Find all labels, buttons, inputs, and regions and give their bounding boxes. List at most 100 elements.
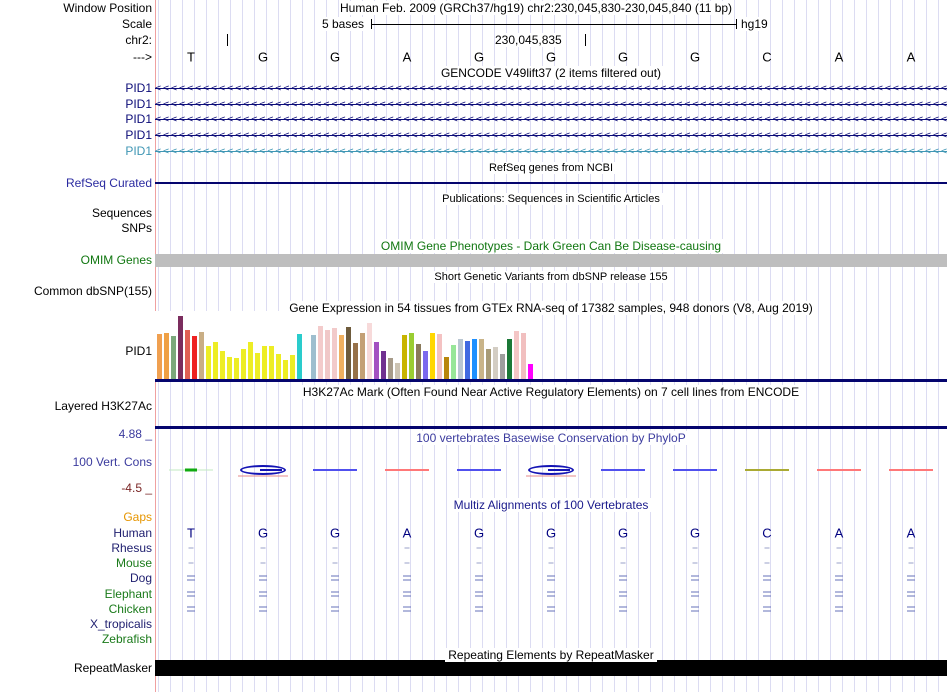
conservation-track-title[interactable]: 100 vertebrates Basewise Conservation by…	[155, 431, 947, 445]
multiz-species-label-zebrafish[interactable]: Zebrafish	[0, 632, 153, 646]
common-dbsnp-label[interactable]: Common dbSNP(155)	[0, 284, 153, 298]
gtex-tissue-bar	[241, 349, 246, 379]
gtex-tissue-bar	[178, 316, 183, 379]
gtex-tissue-bar	[185, 330, 190, 379]
sequence-base: G	[473, 49, 485, 65]
multiz-species-label-rhesus[interactable]: Rhesus	[0, 541, 153, 555]
gencode-gene-line[interactable]: <<<<<<<<<<<<<<<<<<<<<<<<<<<<<<<<<<<<<<<<…	[155, 146, 947, 157]
omim-track-title[interactable]: OMIM Gene Phenotypes - Dark Green Can Be…	[155, 239, 947, 253]
multiz-align-dash	[548, 562, 554, 564]
gencode-gene-label[interactable]: PID1	[0, 81, 153, 95]
gencode-gene-line[interactable]: <<<<<<<<<<<<<<<<<<<<<<<<<<<<<<<<<<<<<<<<…	[155, 83, 947, 94]
layered-h3k27ac-label[interactable]: Layered H3K27Ac	[0, 399, 153, 413]
multiz-align-double-dash	[187, 591, 195, 593]
gtex-track-title[interactable]: Gene Expression in 54 tissues from GTEx …	[155, 301, 947, 315]
multiz-species-label-x_tropicalis[interactable]: X_tropicalis	[0, 617, 153, 631]
h3k27ac-dense-bar[interactable]	[155, 426, 947, 429]
gencode-track-title[interactable]: GENCODE V49lift37 (2 items filtered out)	[155, 66, 947, 80]
multiz-align-dash	[548, 547, 554, 549]
scale-value: 5 bases	[322, 17, 365, 31]
gtex-tissue-bar	[374, 342, 379, 379]
multiz-align-double-dash	[475, 606, 483, 608]
multiz-human-base: T	[187, 525, 195, 541]
multiz-align-dash	[836, 547, 842, 549]
gtex-tissue-bar	[269, 346, 274, 379]
multiz-species-label-mouse[interactable]: Mouse	[0, 556, 153, 570]
gtex-tissue-bar	[248, 342, 253, 379]
gtex-tissue-bar	[514, 331, 519, 379]
gencode-gene-label[interactable]: PID1	[0, 97, 153, 111]
refseq-track-title[interactable]: RefSeq genes from NCBI	[155, 162, 947, 174]
gtex-tissue-bar	[416, 344, 421, 379]
refseq-gene-line[interactable]	[155, 182, 947, 184]
gtex-tissue-bar	[297, 334, 302, 379]
omim-genes-label[interactable]: OMIM Genes	[0, 253, 153, 267]
conservation-ellipse-mid	[260, 469, 282, 471]
multiz-align-double-dash	[331, 591, 339, 593]
dbsnp-track-title[interactable]: Short Genetic Variants from dbSNP releas…	[155, 271, 947, 283]
conservation-label[interactable]: 100 Vert. Cons	[0, 455, 153, 469]
sequence-base: G	[257, 49, 269, 65]
repeatmasker-label[interactable]: RepeatMasker	[0, 661, 153, 675]
gtex-tissue-bar	[360, 333, 365, 379]
sequences-label[interactable]: Sequences	[0, 206, 153, 220]
multiz-species-label-elephant[interactable]: Elephant	[0, 587, 153, 601]
snps-label[interactable]: SNPs	[0, 221, 153, 235]
refseq-curated-label[interactable]: RefSeq Curated	[0, 176, 153, 190]
sequence-base: A	[834, 49, 844, 65]
conservation-dash	[385, 469, 429, 471]
multiz-align-double-dash	[475, 579, 483, 581]
gencode-gene-label[interactable]: PID1	[0, 128, 153, 142]
sequence-base: A	[402, 49, 412, 65]
gtex-gene-label[interactable]: PID1	[0, 344, 153, 358]
multiz-align-double-dash	[475, 595, 483, 597]
gtex-tissue-bar	[423, 351, 428, 379]
multiz-align-double-dash	[907, 610, 915, 612]
multiz-track-title[interactable]: Multiz Alignments of 100 Vertebrates	[155, 498, 947, 512]
multiz-species-label-dog[interactable]: Dog	[0, 571, 153, 585]
multiz-align-dash	[620, 547, 626, 549]
multiz-align-double-dash	[403, 610, 411, 612]
h3k27ac-track-title[interactable]: H3K27Ac Mark (Often Found Near Active Re…	[155, 385, 947, 399]
gtex-chart-background	[155, 311, 535, 379]
gtex-tissue-bar	[437, 334, 442, 379]
gtex-tissue-bar	[171, 336, 176, 379]
conservation-dash	[313, 469, 357, 471]
gtex-tissue-bar	[227, 357, 232, 379]
repeatmasker-track-title[interactable]: Repeating Elements by RepeatMasker	[155, 648, 947, 662]
multiz-align-double-dash	[187, 575, 195, 577]
multiz-align-double-dash	[691, 591, 699, 593]
multiz-align-dash	[188, 562, 194, 564]
multiz-align-double-dash	[835, 606, 843, 608]
gencode-gene-label[interactable]: PID1	[0, 112, 153, 126]
multiz-species-label-chicken[interactable]: Chicken	[0, 602, 153, 616]
gtex-tissue-bar	[528, 364, 533, 379]
gtex-tissue-bar	[311, 335, 316, 379]
gencode-gene-line[interactable]: <<<<<<<<<<<<<<<<<<<<<<<<<<<<<<<<<<<<<<<<…	[155, 130, 947, 141]
multiz-species-label-gaps[interactable]: Gaps	[0, 510, 153, 524]
multiz-species-label-human[interactable]: Human	[0, 526, 153, 540]
repeatmasker-bar[interactable]	[155, 660, 947, 676]
sequence-base: T	[187, 49, 195, 65]
multiz-align-double-dash	[547, 575, 555, 577]
multiz-human-base: G	[617, 525, 629, 541]
gencode-gene-line[interactable]: <<<<<<<<<<<<<<<<<<<<<<<<<<<<<<<<<<<<<<<<…	[155, 99, 947, 110]
multiz-align-double-dash	[619, 579, 627, 581]
gtex-tissue-bar	[318, 326, 323, 379]
conservation-ellipse-mid	[548, 469, 570, 471]
omim-gene-bar[interactable]	[155, 254, 947, 267]
publications-track-title[interactable]: Publications: Sequences in Scientific Ar…	[155, 193, 947, 205]
conservation-max-label: 4.88 _	[0, 427, 153, 441]
multiz-align-double-dash	[907, 575, 915, 577]
multiz-align-dash	[908, 562, 914, 564]
gtex-tissue-bar	[486, 349, 491, 379]
multiz-align-dash	[692, 547, 698, 549]
multiz-align-double-dash	[619, 610, 627, 612]
multiz-align-double-dash	[331, 606, 339, 608]
gencode-gene-line[interactable]: <<<<<<<<<<<<<<<<<<<<<<<<<<<<<<<<<<<<<<<<…	[155, 114, 947, 125]
gtex-tissue-bar	[521, 333, 526, 379]
genome-browser-image: Window Position Scale chr2: ---> Human F…	[0, 0, 950, 692]
gencode-gene-label[interactable]: PID1	[0, 144, 153, 158]
multiz-human-base: G	[257, 525, 269, 541]
multiz-align-dash	[620, 562, 626, 564]
